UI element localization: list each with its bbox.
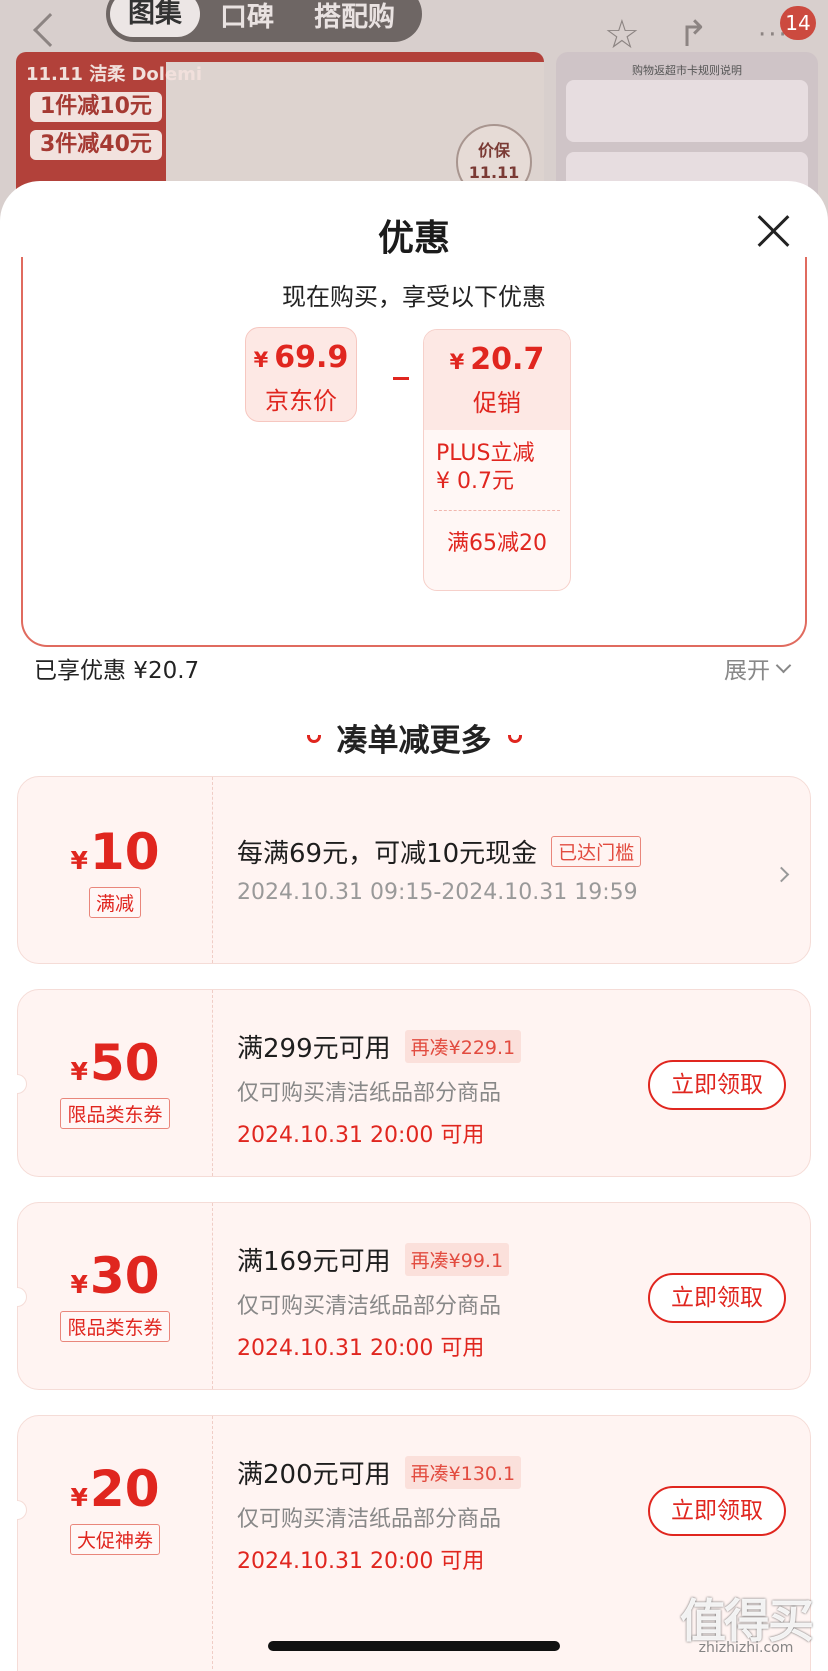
- coupon-description-text: 满169元可用: [237, 1247, 391, 1277]
- coupon-value-panel: ¥10 满减: [18, 777, 213, 963]
- promotion-head: ¥20.7 促销: [424, 330, 570, 430]
- coupon-value-amount: 20: [89, 1460, 160, 1518]
- section-heading-more-deals: 凑单减更多: [0, 715, 828, 760]
- coupon-description: 满169元可用 再凑¥99.1: [237, 1241, 510, 1278]
- currency-symbol: ¥: [449, 350, 465, 374]
- coupon-card: ¥30 限品类东券 满169元可用 再凑¥99.1 仅可购买清洁纸品部分商品 20…: [17, 1202, 811, 1390]
- coupon-available-time: 2024.10.31 20:00 可用: [237, 1123, 485, 1148]
- claim-coupon-button[interactable]: 立即领取: [648, 1486, 786, 1536]
- banner-promo-2: 3件减40元: [30, 130, 162, 160]
- coupon-description-text: 每满69元，可减10元现金: [237, 839, 538, 869]
- promotion-amount: 20.7: [470, 342, 545, 377]
- minus-sign-icon: [393, 377, 409, 380]
- promotion-box: ¥20.7 促销 PLUS立减 ¥ 0.7元 满65减20: [423, 329, 571, 591]
- coupon-value-amount: 30: [89, 1247, 160, 1305]
- coupon-type-tag: 限品类东券: [60, 1311, 170, 1342]
- amount-needed-badge: 再凑¥130.1: [404, 1456, 522, 1489]
- sheet-title: 优惠: [377, 218, 450, 259]
- coupon-description: 每满69元，可减10元现金 已达门槛: [237, 833, 642, 870]
- coupon-description: 满299元可用 再凑¥229.1: [237, 1028, 522, 1065]
- promo-divider: [434, 510, 560, 511]
- coupon-description: 满200元可用 再凑¥130.1: [237, 1454, 522, 1491]
- message-count-badge: 14: [780, 6, 816, 40]
- share-arrow-icon: ↱: [678, 14, 709, 55]
- currency-symbol: ¥: [70, 846, 88, 875]
- smile-decor-icon: [507, 734, 522, 743]
- coupon-value-panel: ¥50 限品类东券: [18, 990, 213, 1176]
- coupon-scope: 仅可购买清洁纸品部分商品: [237, 1507, 502, 1532]
- coupon-value: ¥30: [18, 1247, 212, 1305]
- breakdown-heading: 现在购买，享受以下优惠: [282, 283, 546, 311]
- expand-toggle[interactable]: 展开: [724, 651, 792, 685]
- coupon-available-time: 2024.10.31 20:00 可用: [237, 1549, 485, 1574]
- claim-coupon-button[interactable]: 立即领取: [648, 1060, 786, 1110]
- coupon-available-time: 2024.10.31 20:00 可用: [237, 1336, 485, 1361]
- amount-needed-badge: 再凑¥229.1: [404, 1030, 522, 1063]
- amount-needed-badge: 再凑¥99.1: [404, 1243, 510, 1276]
- coupon-card-full-reduction[interactable]: ¥10 满减 每满69元，可减10元现金 已达门槛 2024.10.31 09:1…: [17, 776, 811, 964]
- price-guard-label: 价保: [477, 141, 510, 160]
- chevron-down-icon: [775, 657, 792, 673]
- coupon-description-text: 满200元可用: [237, 1460, 391, 1490]
- threshold-discount: 满65减20: [447, 531, 547, 556]
- coupon-info: 每满69元，可减10元现金 已达门槛 2024.10.31 09:15-2024.…: [237, 833, 642, 905]
- coupon-value: ¥10: [18, 823, 212, 881]
- coupon-scope: 仅可购买清洁纸品部分商品: [237, 1081, 502, 1106]
- site-watermark-url: zhizhizhi.com: [698, 1640, 794, 1656]
- coupon-value-amount: 50: [89, 1034, 160, 1092]
- banner-promo-1: 1件减10元: [30, 92, 162, 122]
- jd-price-amount: 69.9: [274, 340, 349, 375]
- rules-thumbnail-title: 购物返超市卡规则说明: [632, 64, 742, 77]
- coupon-info: 满299元可用 再凑¥229.1 仅可购买清洁纸品部分商品 2024.10.31 …: [237, 1028, 522, 1149]
- plus-discount: PLUS立减 ¥ 0.7元: [424, 430, 570, 496]
- tab-reviews: 口碑: [220, 1, 274, 33]
- close-icon[interactable]: [756, 213, 792, 249]
- back-arrow-icon: [33, 13, 67, 47]
- discount-sheet: 优惠 现在购买，享受以下优惠 ¥69.9 京东价 ¥20.7 促销 PLUS立减…: [0, 181, 828, 1671]
- product-tab-bar: 图集 口碑 搭配购: [106, 0, 422, 42]
- claim-coupon-button[interactable]: 立即领取: [648, 1273, 786, 1323]
- coupon-value: ¥20: [18, 1460, 212, 1518]
- coupon-scope: 仅可购买清洁纸品部分商品: [237, 1294, 502, 1319]
- coupon-info: 满169元可用 再凑¥99.1 仅可购买清洁纸品部分商品 2024.10.31 2…: [237, 1241, 510, 1362]
- coupon-card: ¥50 限品类东券 满299元可用 再凑¥229.1 仅可购买清洁纸品部分商品 2…: [17, 989, 811, 1177]
- tab-bundle: 搭配购: [314, 1, 395, 33]
- coupon-value-amount: 10: [89, 823, 160, 881]
- coupon-type-tag: 满减: [88, 887, 141, 918]
- coupon-info: 满200元可用 再凑¥130.1 仅可购买清洁纸品部分商品 2024.10.31 …: [237, 1454, 522, 1575]
- coupon-description-text: 满299元可用: [237, 1034, 391, 1064]
- plus-discount-title: PLUS立减: [436, 441, 535, 466]
- coupon-value: ¥50: [18, 1034, 212, 1092]
- jd-price-label: 京东价: [265, 387, 337, 415]
- tab-gallery: 图集: [110, 0, 200, 37]
- section-heading-text: 凑单减更多: [336, 723, 492, 759]
- coupon-value-panel: ¥30 限品类东券: [18, 1203, 213, 1389]
- coupon-type-tag: 大促神券: [69, 1524, 160, 1555]
- saved-amount-text: 已享优惠 ¥20.7: [34, 658, 200, 684]
- chevron-right-icon: [773, 866, 790, 883]
- expand-label: 展开: [724, 658, 770, 684]
- smile-decor-icon: [306, 734, 321, 743]
- coupon-value-panel: ¥20 大促神券: [18, 1416, 213, 1671]
- price-breakdown-card: 现在购买，享受以下优惠 ¥69.9 京东价 ¥20.7 促销 PLUS立减 ¥ …: [21, 257, 807, 647]
- promotion-label: 促销: [473, 389, 521, 417]
- rules-card-1: [566, 80, 808, 142]
- coupon-validity: 2024.10.31 09:15-2024.10.31 19:59: [237, 880, 638, 905]
- plus-discount-amount: ¥ 0.7元: [436, 469, 514, 494]
- currency-symbol: ¥: [253, 348, 269, 372]
- home-indicator[interactable]: [268, 1641, 560, 1651]
- banner-brand: 11.11 洁柔 Dolemi: [26, 64, 203, 85]
- currency-symbol: ¥: [70, 1483, 88, 1512]
- currency-symbol: ¥: [70, 1057, 88, 1086]
- threshold-reached-badge: 已达门槛: [551, 836, 642, 867]
- currency-symbol: ¥: [70, 1270, 88, 1299]
- jd-price-box: ¥69.9 京东价: [245, 327, 357, 422]
- coupon-type-tag: 限品类东券: [60, 1098, 170, 1129]
